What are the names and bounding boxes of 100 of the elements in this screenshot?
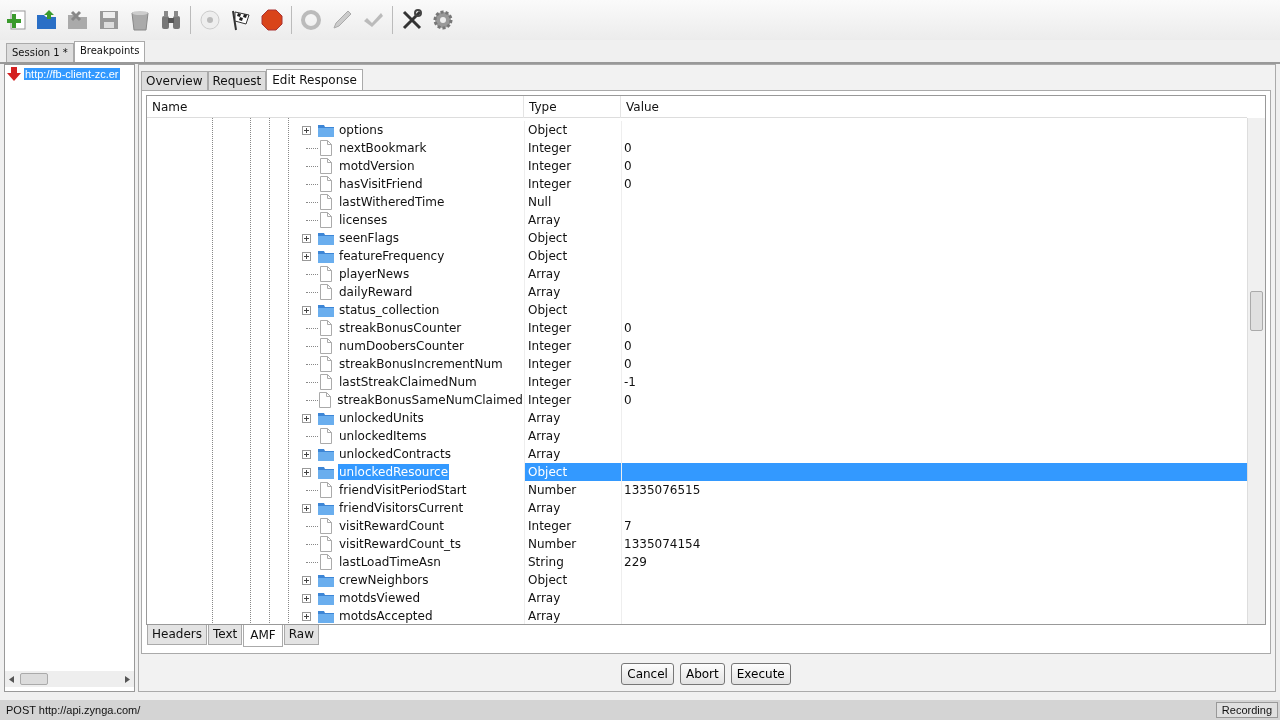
type-cell: Object [528,231,568,245]
document-icon [318,140,334,156]
tab[interactable]: Breakpoints [73,41,146,62]
folder-icon [318,410,334,426]
tree-row[interactable]: streakBonusCounter Integer 0 [147,319,1247,337]
tab[interactable]: Session 1 * [6,43,74,62]
tree-row[interactable]: unlockedItems Array [147,427,1247,445]
tab[interactable]: Edit Response [266,69,363,90]
value-cell: 229 [624,555,647,569]
open-folder-icon[interactable] [35,8,59,32]
tree-row[interactable]: visitRewardCount_ts Number 1335074154 [147,535,1247,553]
tree-row[interactable]: visitRewardCount Integer 7 [147,517,1247,535]
expand-icon[interactable] [302,449,311,459]
node-name: seenFlags [338,230,401,246]
horizontal-scrollbar[interactable] [5,671,134,687]
document-icon [318,212,334,228]
document-icon [318,284,334,300]
checkered-flag-icon[interactable] [229,8,253,32]
binoculars-icon[interactable] [159,8,183,32]
tree-row[interactable]: options Object [147,121,1247,139]
scrollbar-thumb[interactable] [1250,291,1263,331]
type-cell: Null [528,195,552,209]
scrollbar-thumb[interactable] [20,673,48,685]
tree-row[interactable]: crewNeighbors Object [147,571,1247,589]
tree-row[interactable]: seenFlags Object [147,229,1247,247]
action-button[interactable]: Abort [679,663,725,685]
tree-row[interactable]: lastStreakClaimedNum Integer -1 [147,373,1247,391]
folder-icon [318,230,334,246]
status-text: POST http://api.zynga.com/ [6,704,141,716]
tab[interactable]: Request [207,71,267,90]
document-icon [318,356,334,372]
node-name: friendVisitorsCurrent [338,500,465,516]
column-header[interactable]: Type [524,95,621,118]
tree-row[interactable]: playerNews Array [147,265,1247,283]
column-header[interactable]: Value [621,95,1247,118]
tree-row[interactable]: friendVisitorsCurrent Array [147,499,1247,517]
expand-icon[interactable] [302,467,311,477]
type-cell: Object [528,123,568,137]
tree-row[interactable]: unlockedUnits Array [147,409,1247,427]
tree-row[interactable]: streakBonusSameNumClaimed Integer 0 [147,391,1247,409]
tree-row[interactable]: motdsViewed Array [147,589,1247,607]
tree-row[interactable]: hasVisitFriend Integer 0 [147,175,1247,193]
node-name: numDoobersCounter [338,338,465,354]
folder-remove-icon[interactable] [66,8,90,32]
tab[interactable]: AMF [243,625,283,647]
expand-icon[interactable] [302,413,311,423]
column-header[interactable]: Name [147,95,524,118]
action-button[interactable]: Execute [730,663,791,685]
tree-row[interactable]: lastWitheredTime Null [147,193,1247,211]
tab[interactable]: Headers [147,625,207,645]
scroll-left-icon[interactable] [9,675,14,683]
tab[interactable]: Raw [283,625,319,645]
expand-icon[interactable] [302,503,311,513]
type-cell: Array [528,501,561,515]
type-cell: Number [528,483,577,497]
add-document-icon[interactable] [4,8,28,32]
node-name: lastWitheredTime [338,194,446,210]
expand-icon[interactable] [302,575,311,585]
tree-row[interactable]: status_collection Object [147,301,1247,319]
value-cell: 7 [624,519,632,533]
folder-icon [318,500,334,516]
tree-row[interactable]: lastLoadTimeAsn String 229 [147,553,1247,571]
trash-icon[interactable] [128,8,152,32]
expand-icon[interactable] [302,251,311,261]
type-cell: Integer [528,141,572,155]
folder-icon [318,572,334,588]
stop-icon[interactable] [260,8,284,32]
node-name: licenses [338,212,389,228]
expand-icon[interactable] [302,611,311,621]
tree-row[interactable]: streakBonusIncrementNum Integer 0 [147,355,1247,373]
tree-row[interactable]: nextBookmark Integer 0 [147,139,1247,157]
tools-icon[interactable] [400,8,424,32]
type-cell: Integer [528,159,572,173]
tab[interactable]: Overview [141,71,208,90]
document-icon [318,518,334,534]
expand-icon[interactable] [302,125,311,135]
tree-row[interactable]: licenses Array [147,211,1247,229]
type-cell: Integer [528,519,572,533]
tree-row[interactable]: featureFrequency Object [147,247,1247,265]
value-cell: 1335074154 [624,537,701,551]
expand-icon[interactable] [302,233,311,243]
expand-icon[interactable] [302,305,311,315]
vertical-scrollbar[interactable] [1247,118,1265,624]
expand-icon[interactable] [302,593,311,603]
save-icon[interactable] [97,8,121,32]
value-cell: 1335076515 [624,483,701,497]
value-cell: 0 [624,357,632,371]
action-button[interactable]: Cancel [621,663,674,685]
scroll-right-icon[interactable] [125,675,130,683]
node-name: crewNeighbors [338,572,430,588]
document-icon [318,266,334,282]
down-arrow-icon [6,67,22,81]
tree-row[interactable]: friendVisitPeriodStart Number 1335076515 [147,481,1247,499]
node-name: lastStreakClaimedNum [338,374,478,390]
tree-row[interactable]: numDoobersCounter Integer 0 [147,337,1247,355]
tree-row[interactable]: motdVersion Integer 0 [147,157,1247,175]
node-name: featureFrequency [338,248,446,264]
tab[interactable]: Text [207,625,243,645]
tree-row[interactable]: dailyReward Array [147,283,1247,301]
settings-icon[interactable] [431,8,455,32]
